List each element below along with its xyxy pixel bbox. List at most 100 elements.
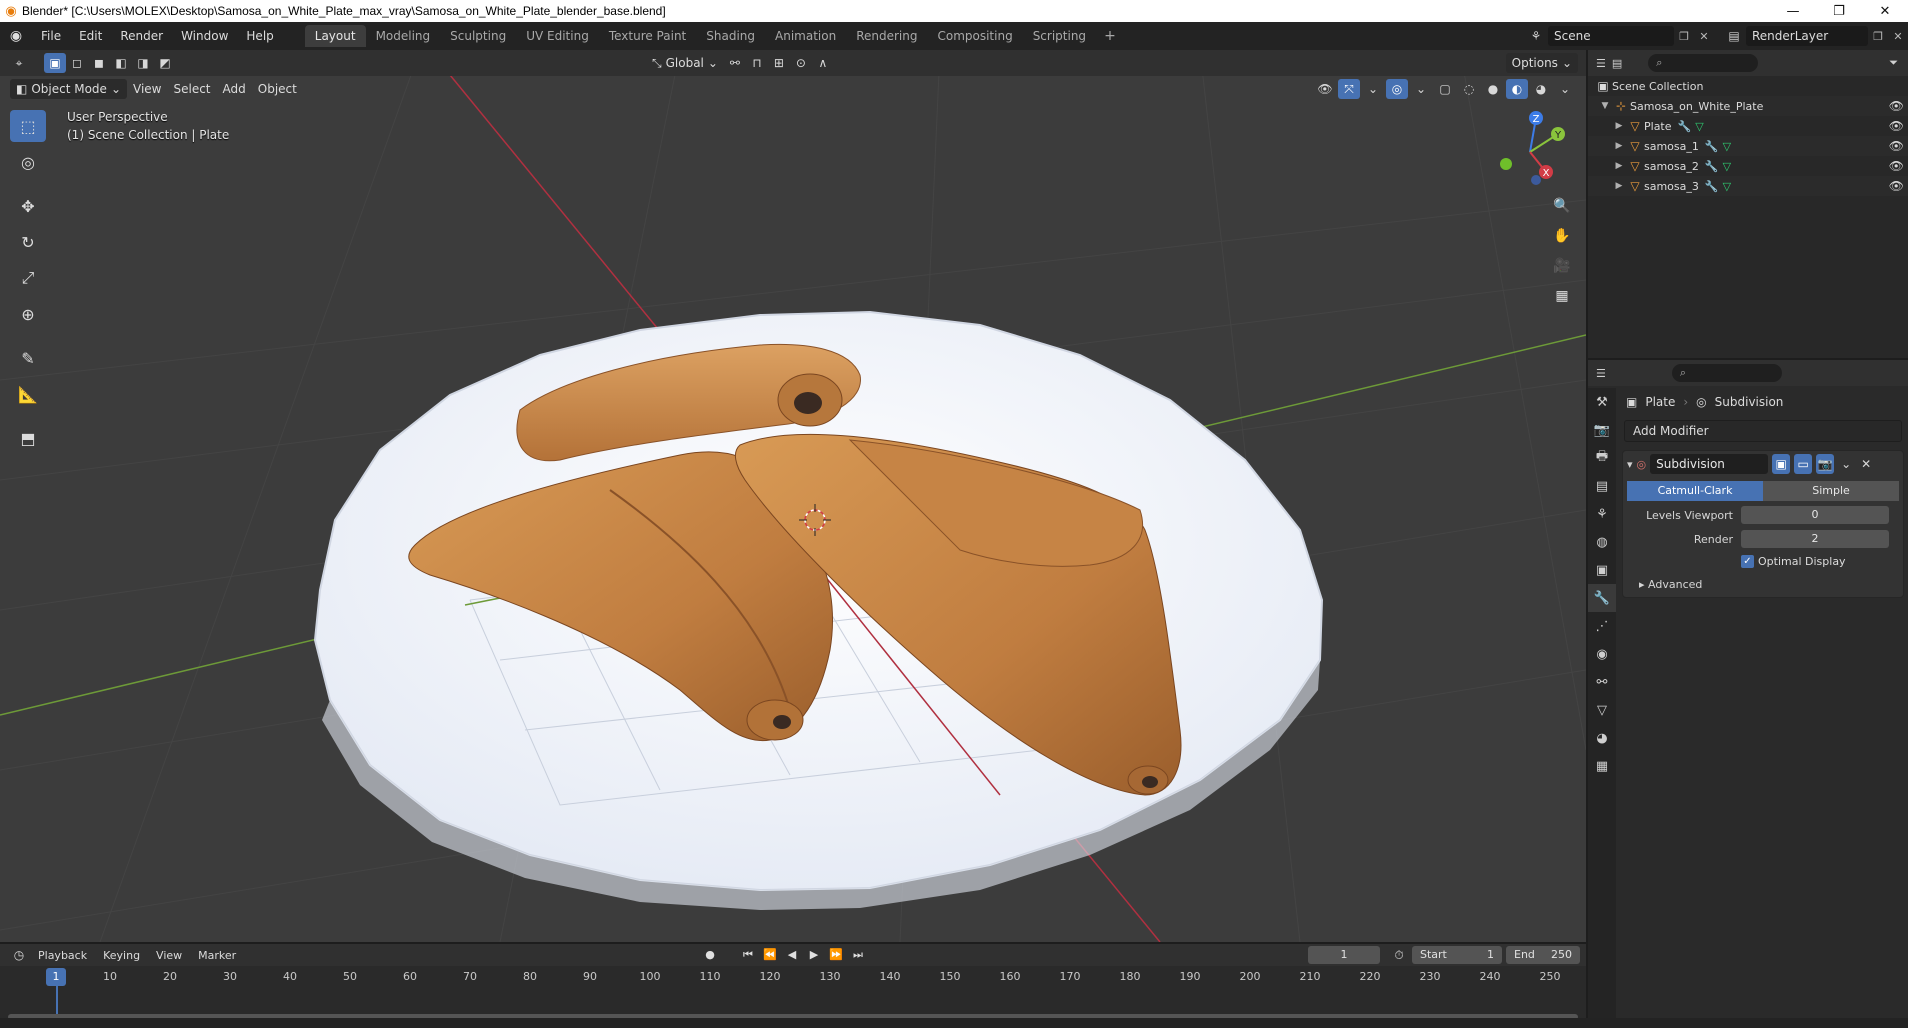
mesh-data-icon[interactable]: ▽ xyxy=(1723,160,1731,173)
tab-sculpting[interactable]: Sculpting xyxy=(440,25,516,47)
wrench-icon[interactable]: 🔧 xyxy=(1705,140,1719,153)
filter-icon[interactable]: ⏷ xyxy=(1889,56,1908,70)
gizmo-toggle-icon[interactable]: ⤧ xyxy=(1338,79,1360,99)
editor-type-icon[interactable]: ⌖ xyxy=(8,53,30,73)
measure-tool-icon[interactable]: 📐 xyxy=(10,378,46,410)
rendered-shading-icon[interactable]: ◕ xyxy=(1530,79,1552,99)
scale-tool-icon[interactable]: ⤢ xyxy=(10,262,46,294)
rotate-tool-icon[interactable]: ↻ xyxy=(10,226,46,258)
wrench-icon[interactable]: 🔧 xyxy=(1705,180,1719,193)
viewport-menu-view[interactable]: View xyxy=(127,79,167,99)
properties-search-input[interactable]: ⌕ xyxy=(1671,364,1782,382)
eye-icon[interactable]: 👁 xyxy=(1889,99,1904,113)
collapse-arrow-icon[interactable]: ▾ xyxy=(1627,458,1633,471)
add-cube-tool-icon[interactable]: ⬒ xyxy=(10,422,46,454)
select-subtract-icon[interactable]: ◧ xyxy=(110,53,132,73)
scene-icon[interactable]: ⚘ xyxy=(1524,26,1548,46)
tab-animation[interactable]: Animation xyxy=(765,25,846,47)
levels-viewport-input[interactable]: 0 xyxy=(1741,506,1889,524)
tab-uv-editing[interactable]: UV Editing xyxy=(516,25,599,47)
next-keyframe-icon[interactable]: ⏩ xyxy=(826,946,846,964)
eye-icon[interactable]: 👁 xyxy=(1889,179,1904,193)
render-levels-input[interactable]: 2 xyxy=(1741,530,1889,548)
select-box-mode-icon[interactable]: ▣ xyxy=(44,53,66,73)
scene-name-field[interactable]: Scene xyxy=(1548,26,1674,46)
expand-arrow-icon[interactable]: ▶ xyxy=(1612,161,1626,171)
physics-tab-icon[interactable]: ◉ xyxy=(1588,640,1616,668)
scene-tab-icon[interactable]: ⚘ xyxy=(1588,500,1616,528)
timeline-menu-keying[interactable]: Keying xyxy=(95,949,148,962)
advanced-subpanel[interactable]: ▸ Advanced xyxy=(1623,578,1903,591)
modifier-name-field[interactable]: Subdivision xyxy=(1650,454,1769,474)
current-frame-input[interactable]: 1 xyxy=(1308,946,1380,964)
zoom-icon[interactable]: 🔍 xyxy=(1548,192,1576,220)
annotate-tool-icon[interactable]: ✎ xyxy=(10,342,46,374)
select-invert-icon[interactable]: ◨ xyxy=(132,53,154,73)
select-new-icon[interactable]: ◻ xyxy=(66,53,88,73)
tab-modeling[interactable]: Modeling xyxy=(366,25,441,47)
constraints-tab-icon[interactable]: ⚯ xyxy=(1588,668,1616,696)
delete-layer-icon[interactable]: ✕ xyxy=(1888,26,1908,46)
outliner-search-input[interactable]: ⌕ xyxy=(1648,54,1759,72)
play-reverse-icon[interactable]: ◀ xyxy=(782,946,802,964)
navigation-gizmo[interactable]: Z Y X xyxy=(1490,108,1570,188)
expand-arrow-icon[interactable]: ▶ xyxy=(1612,141,1626,151)
render-toggle-icon[interactable]: 📷 xyxy=(1816,454,1835,474)
add-workspace-button[interactable]: + xyxy=(1096,28,1124,44)
blender-menu-icon[interactable]: ◉ xyxy=(0,22,32,50)
transform-orientation-dropdown[interactable]: ⤡ Global ⌄ xyxy=(646,53,724,73)
object-tab-icon[interactable]: ▣ xyxy=(1588,556,1616,584)
3d-viewport[interactable]: ⌖ ▣ ◻ ◼ ◧ ◨ ◩ ⤡ Global ⌄ ⚯ ⊓ ⊞ ⊙ ∧ Options… xyxy=(0,50,1586,942)
cursor-tool-icon[interactable]: ◎ xyxy=(10,146,46,178)
world-tab-icon[interactable]: ◍ xyxy=(1588,528,1616,556)
expand-arrow-icon[interactable]: ▶ xyxy=(1612,121,1626,131)
edit-mode-toggle-icon[interactable]: ▣ xyxy=(1772,454,1791,474)
particles-tab-icon[interactable]: ⋰ xyxy=(1588,612,1616,640)
wireframe-shading-icon[interactable]: ◌ xyxy=(1458,79,1480,99)
menu-help[interactable]: Help xyxy=(237,25,282,47)
catmull-clark-button[interactable]: Catmull-Clark xyxy=(1627,481,1763,501)
minimize-button[interactable]: — xyxy=(1770,0,1816,22)
data-tab-icon[interactable]: ▽ xyxy=(1588,696,1616,724)
wrench-icon[interactable]: 🔧 xyxy=(1678,120,1692,133)
falloff-icon[interactable]: ∧ xyxy=(812,53,834,73)
tab-texture-paint[interactable]: Texture Paint xyxy=(599,25,696,47)
timeline-editor-icon[interactable]: ◷ xyxy=(8,945,30,965)
texture-tab-icon[interactable]: ▦ xyxy=(1588,752,1616,780)
remove-modifier-icon[interactable]: ✕ xyxy=(1858,454,1874,474)
overlay-toggle-icon[interactable]: ◎ xyxy=(1386,79,1408,99)
collapse-arrow-icon[interactable]: ▼ xyxy=(1598,101,1612,111)
move-tool-icon[interactable]: ✥ xyxy=(10,190,46,222)
stopwatch-icon[interactable]: ⏱ xyxy=(1388,945,1410,965)
material-shading-icon[interactable]: ◐ xyxy=(1506,79,1528,99)
select-box-tool-icon[interactable]: ⬚ xyxy=(10,110,46,142)
add-modifier-dropdown[interactable]: Add Modifier xyxy=(1624,420,1902,442)
mesh-data-icon[interactable]: ▽ xyxy=(1723,140,1731,153)
display-mode-icon[interactable]: ▤ xyxy=(1612,57,1622,70)
end-frame-input[interactable]: End 250 xyxy=(1506,946,1580,964)
outliner-row-samosa-3[interactable]: ▶ ▽ samosa_3 🔧 ▽ 👁 xyxy=(1588,176,1908,196)
proportional-edit-icon[interactable]: ⊙ xyxy=(790,53,812,73)
select-intersect-icon[interactable]: ◩ xyxy=(154,53,176,73)
object-mode-dropdown[interactable]: ◧ Object Mode ⌄ xyxy=(10,79,127,99)
eye-icon[interactable]: 👁 xyxy=(1889,139,1904,153)
outliner-row-scene-collection[interactable]: ▣ Scene Collection xyxy=(1588,76,1908,96)
viewport-menu-object[interactable]: Object xyxy=(252,79,303,99)
outliner-row-collection[interactable]: ▼ ⊹ Samosa_on_White_Plate 👁 xyxy=(1588,96,1908,116)
eye-icon[interactable]: 👁 xyxy=(1889,119,1904,133)
tab-scripting[interactable]: Scripting xyxy=(1023,25,1096,47)
viewport-toggle-icon[interactable]: ▭ xyxy=(1794,454,1813,474)
chevron-down-icon[interactable]: ⌄ xyxy=(1362,79,1384,99)
transform-tool-icon[interactable]: ⊕ xyxy=(10,298,46,330)
output-tab-icon[interactable]: 🖶 xyxy=(1588,444,1616,472)
gizmo-neg-y-handle[interactable] xyxy=(1500,158,1512,170)
viewport-menu-add[interactable]: Add xyxy=(217,79,252,99)
menu-render[interactable]: Render xyxy=(111,25,172,47)
tab-compositing[interactable]: Compositing xyxy=(927,25,1022,47)
new-scene-icon[interactable]: ❐ xyxy=(1674,26,1694,46)
chevron-down-icon[interactable]: ⌄ xyxy=(1838,454,1854,474)
timeline-menu-playback[interactable]: Playback xyxy=(30,949,95,962)
render-layer-field[interactable]: RenderLayer xyxy=(1746,26,1868,46)
modifier-tab-icon[interactable]: 🔧 xyxy=(1588,584,1616,612)
viewport-menu-select[interactable]: Select xyxy=(167,79,216,99)
